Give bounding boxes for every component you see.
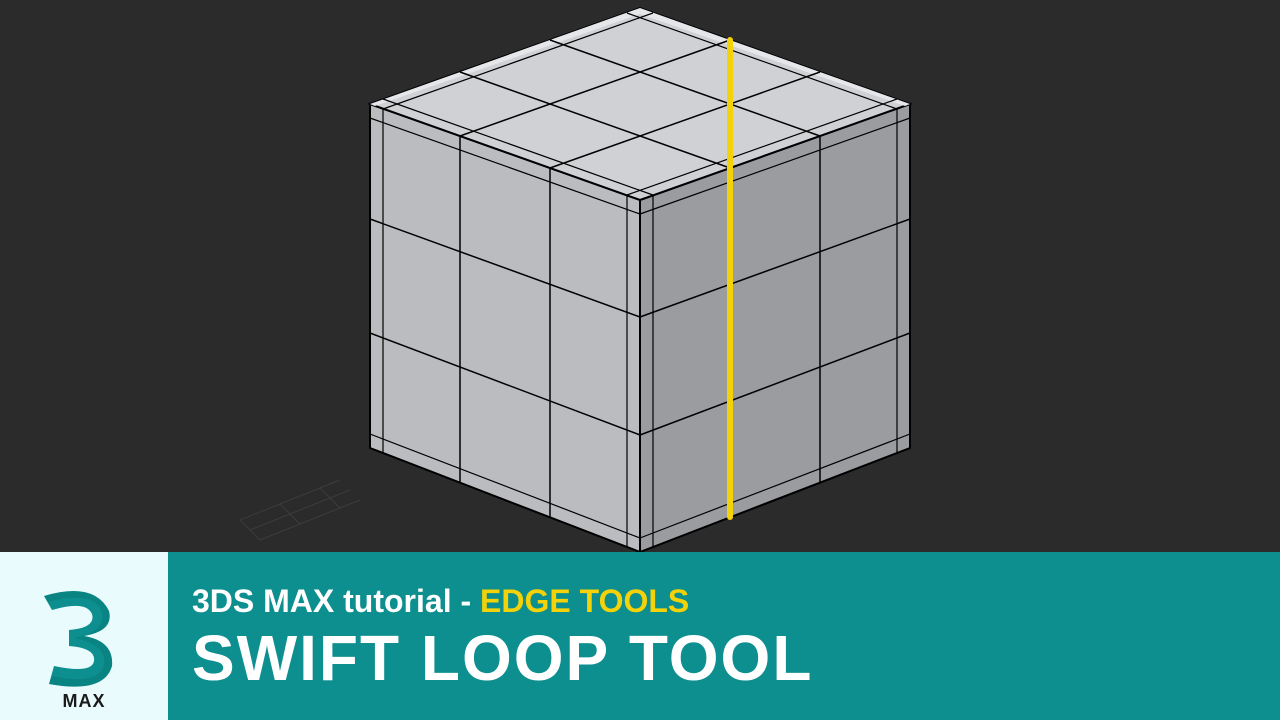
banner-title: SWIFT LOOP TOOL [192, 626, 1256, 690]
banner-subtitle-left: 3DS MAX tutorial - [192, 583, 480, 619]
logo-text: MAX [0, 691, 168, 712]
title-banner: MAX 3DS MAX tutorial - EDGE TOOLS SWIFT … [0, 552, 1280, 720]
3dsmax-logo-icon [14, 576, 154, 696]
banner-subtitle: 3DS MAX tutorial - EDGE TOOLS [192, 583, 1256, 620]
logo-box: MAX [0, 552, 168, 720]
banner-subtitle-accent: EDGE TOOLS [480, 583, 689, 619]
banner-titles: 3DS MAX tutorial - EDGE TOOLS SWIFT LOOP… [192, 583, 1256, 690]
app-stage: MAX 3DS MAX tutorial - EDGE TOOLS SWIFT … [0, 0, 1280, 720]
